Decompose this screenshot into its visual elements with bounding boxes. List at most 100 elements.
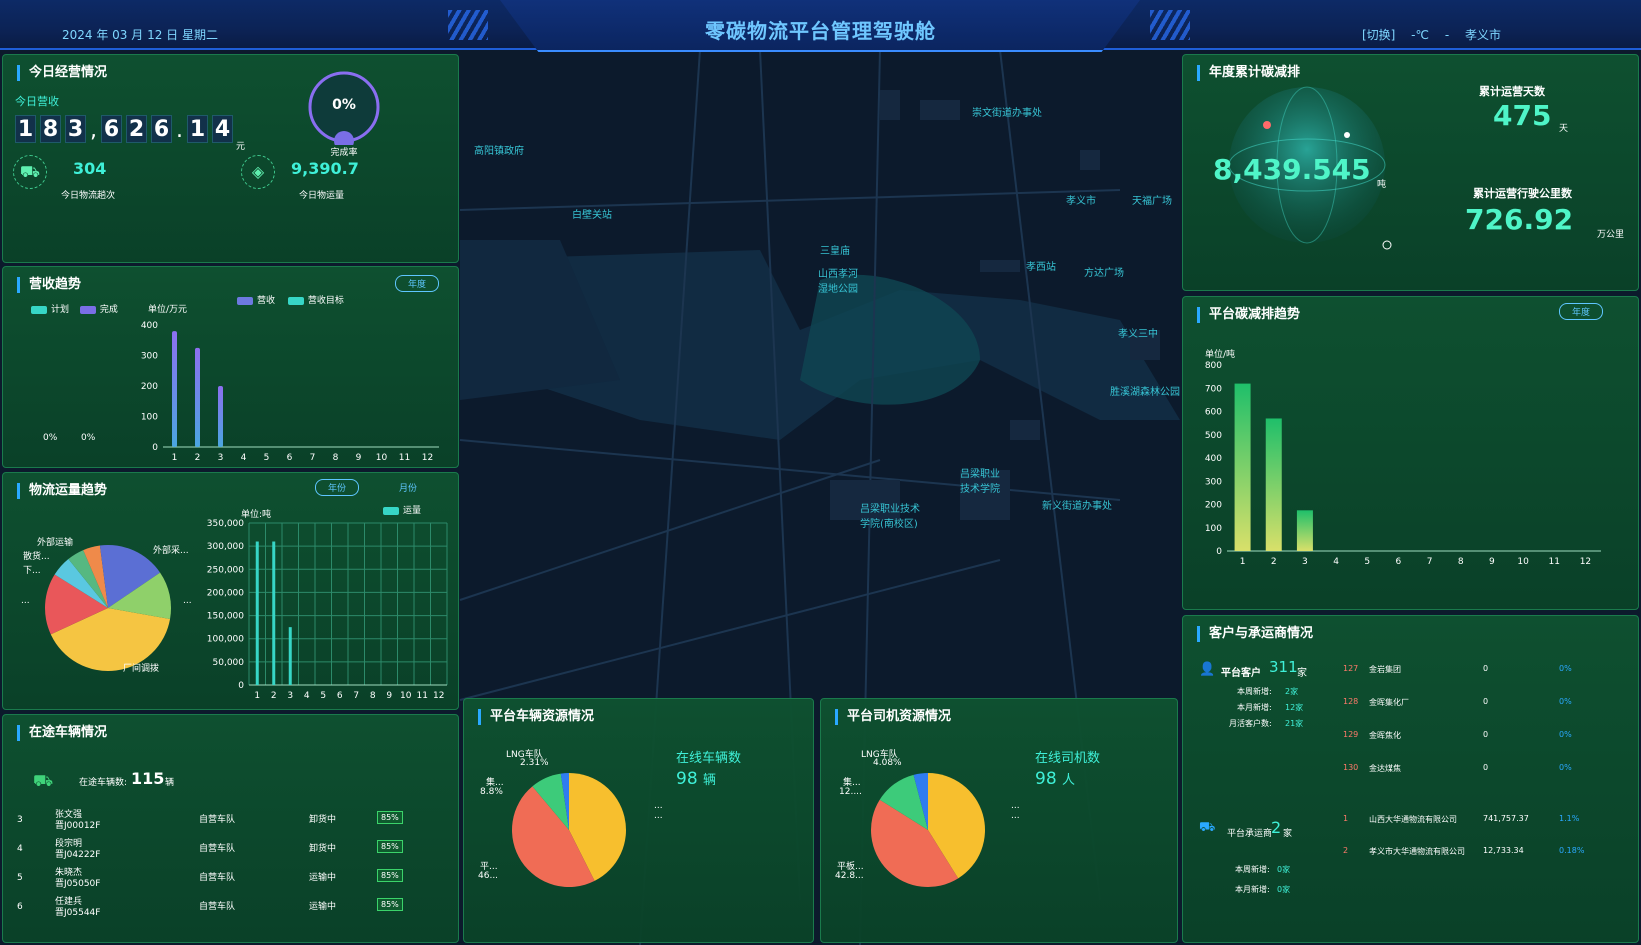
revenue-digit: 2	[126, 115, 147, 143]
bar	[172, 331, 177, 447]
row-no: 128	[1343, 697, 1359, 706]
list-item[interactable]: 130 金达煤焦 0 0%	[1343, 761, 1633, 794]
table-row[interactable]: 4 段宗明 晋J04222F 自营车队 卸货中 85%	[17, 836, 437, 865]
tab-year[interactable]: 年度	[395, 275, 440, 292]
pie-label: 12....	[839, 787, 862, 797]
online-unit: 辆	[703, 773, 717, 788]
row-value: 0	[1483, 730, 1489, 739]
plate-number: 晋J04222F	[55, 850, 101, 860]
row-pct: 0%	[1559, 664, 1572, 673]
table-row[interactable]: 3 张文强 晋J00012F 自营车队 卸货中 85%	[17, 807, 437, 836]
x-tick-label: 3	[1302, 557, 1308, 567]
row-value: 741,757.37	[1483, 814, 1529, 823]
pie-label: 厂间调拨	[123, 664, 160, 674]
map-label: 山西孝河 湿地公园	[818, 269, 858, 295]
x-tick-label: 12	[433, 691, 444, 701]
x-tick-label: 3	[287, 691, 293, 701]
map-label: 三皇庙	[820, 246, 850, 257]
x-tick-label: 11	[417, 691, 428, 701]
row-name: 金晖集化厂	[1369, 698, 1409, 707]
row-name: 金岩集团	[1369, 665, 1401, 674]
list-item[interactable]: 129 金晖焦化 0 0%	[1343, 728, 1633, 761]
drivers-pie-chart	[871, 773, 985, 887]
bar	[1265, 418, 1282, 551]
x-tick-label: 8	[1458, 557, 1464, 567]
month-active-value: 21家	[1285, 719, 1304, 728]
revenue-unit: 元	[236, 142, 246, 152]
map-label: 吕梁职业 技术学院	[960, 469, 1000, 495]
row-name: 金达煤焦	[1369, 764, 1401, 773]
row-no: 127	[1343, 664, 1359, 673]
vehicle-status: 卸货中	[309, 815, 337, 825]
logistics-pie-chart	[44, 545, 171, 671]
table-row[interactable]: 5 朱晓杰 晋J05050F 自营车队 运输中 85%	[17, 865, 437, 894]
panel-title: 物流运量趋势	[17, 483, 107, 499]
bar	[195, 347, 200, 447]
vehicle-status: 运输中	[309, 902, 337, 912]
drivers-panel: 平台司机资源情况 LNG车队 4.08% 集... 12.... 平板... 4…	[820, 698, 1178, 943]
list-item[interactable]: 127 金岩集团 0 0%	[1343, 662, 1633, 695]
days-unit: 天	[1559, 124, 1569, 134]
tab-year[interactable]: 年度	[1559, 303, 1604, 320]
row-no: 130	[1343, 763, 1359, 772]
truck-icon: ⛟	[1199, 820, 1216, 835]
bar	[272, 541, 276, 685]
online-value-wrap: 98 人	[1035, 769, 1075, 789]
list-item[interactable]: 2 孝义市大华通物流有限公司 12,733.34 0.18%	[1343, 844, 1633, 876]
revenue-digit: 4	[212, 115, 233, 143]
list-item[interactable]: 128 金晖集化厂 0 0%	[1343, 695, 1633, 728]
map-label: 天福广场	[1132, 196, 1172, 207]
legend-volume: 运量	[403, 506, 422, 516]
plate-number: 晋J05050F	[55, 879, 101, 889]
legend-rev: 营收	[257, 296, 276, 306]
legend: 运量	[383, 503, 421, 516]
logistics-bar-chart: 0 50,000 100,000 150,000 200,000 250,000 300,0…	[207, 519, 448, 701]
online-unit: 人	[1062, 773, 1076, 788]
revenue-digit: 3	[65, 115, 86, 143]
y-tick-label: 0	[238, 681, 244, 691]
y-tick-label: 700	[1205, 384, 1222, 394]
row-pct: 0%	[1559, 730, 1572, 739]
month-new-value: 12家	[1285, 703, 1304, 712]
panel-title: 在途车辆情况	[17, 725, 107, 741]
revenue-digit: 8	[40, 115, 61, 143]
carbon-unit: 吨	[1377, 180, 1387, 190]
table-row[interactable]: 6 任建兵 晋J05544F 自营车队 运输中 85%	[17, 894, 437, 923]
revenue-digit: 1	[187, 115, 208, 143]
x-tick-label: 10	[1517, 557, 1529, 567]
y-tick-label: 350,000	[207, 519, 244, 529]
tab-month[interactable]: 月份	[399, 481, 417, 494]
x-tick-label: 4	[1333, 557, 1339, 567]
c-month-label: 本月新增:	[1235, 885, 1270, 894]
carriers-unit: 家	[1283, 829, 1293, 839]
x-tick-label: 8	[333, 453, 339, 463]
list-item[interactable]: 1 山西大华通物流有限公司 741,757.37 1.1%	[1343, 812, 1633, 844]
switch-city-link[interactable]: [切换]	[1362, 28, 1395, 42]
legend-swatch	[31, 305, 47, 314]
tab-year[interactable]: 年份	[315, 479, 360, 496]
y-tick-label: 400	[141, 321, 158, 331]
carbon-value: 8,439.545	[1213, 153, 1371, 186]
legend-done: 完成	[99, 305, 118, 315]
pie-label: ...	[183, 596, 192, 606]
today-panel: 今日经营情况 今日营收 183,626.14 元 0% 完成率 ⛟ 304 今日…	[2, 54, 459, 263]
plate-number: 晋J05544F	[55, 908, 101, 918]
y-tick-label: 250,000	[207, 565, 244, 575]
x-tick-label: 2	[195, 453, 201, 463]
vehicle-count-label: 在途车辆数:	[79, 778, 128, 788]
pie-label: ...	[1011, 801, 1020, 811]
map-label: 胜溪湖森林公园	[1110, 387, 1180, 398]
team-name: 自营车队	[199, 815, 236, 825]
row-pct: 1.1%	[1559, 814, 1580, 823]
legend-swatch	[383, 506, 399, 515]
pie-label: 下...	[23, 566, 41, 576]
x-tick-label: 3	[218, 453, 224, 463]
weather-temp: -℃	[1411, 28, 1429, 42]
team-name: 自营车队	[199, 873, 236, 883]
pie-label: 2.31%	[520, 758, 549, 768]
x-tick-label: 9	[356, 453, 362, 463]
carbon-panel: 年度累计碳减排 8,439.545 吨 累计运营天数 475 天 累计运营行驶公…	[1182, 54, 1639, 291]
y-tick-label: 200	[141, 382, 158, 392]
header-right: [切换] -℃ - 孝义市	[1350, 26, 1501, 43]
truck-icon: ⛟	[33, 771, 54, 790]
